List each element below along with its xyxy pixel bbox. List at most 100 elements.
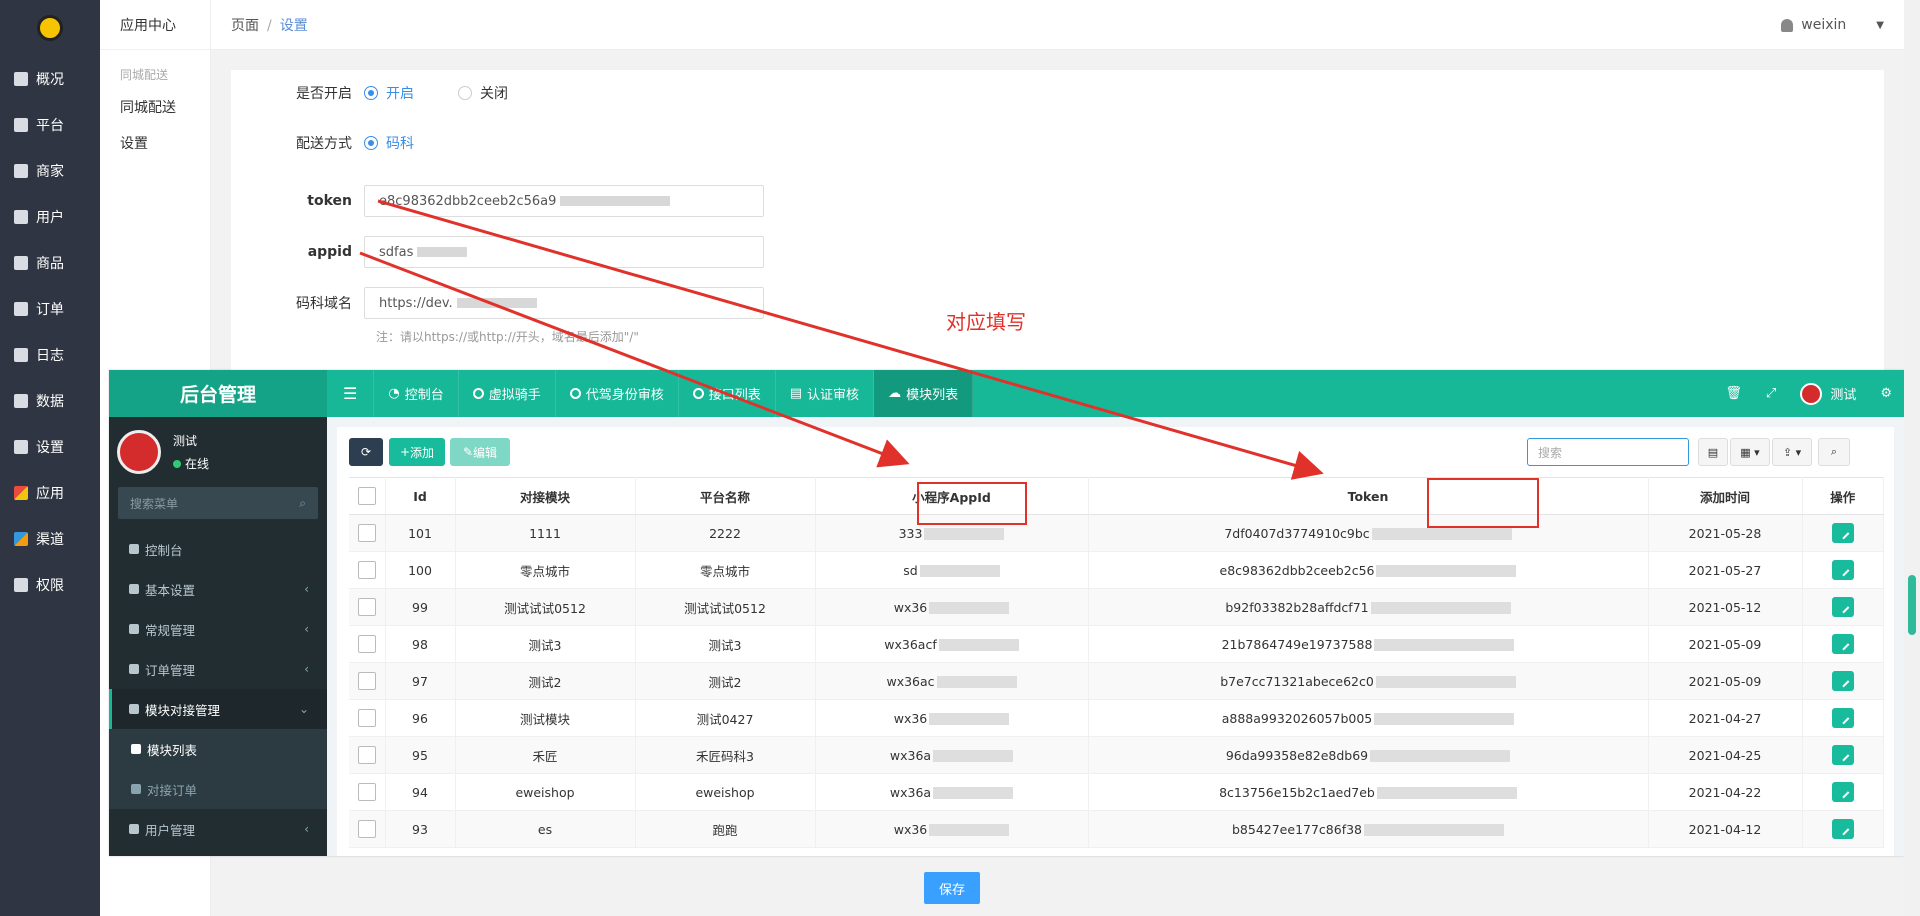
col-date[interactable]: 添加时间	[1648, 477, 1803, 515]
edit-button[interactable]: ✎ 编辑	[450, 438, 510, 466]
subnav-item-delivery[interactable]: 同城配送	[100, 89, 210, 125]
row-checkbox[interactable]	[357, 635, 376, 653]
row-edit-button[interactable]	[1831, 708, 1854, 728]
row-edit-button[interactable]	[1831, 560, 1854, 580]
leftnav-item[interactable]: 概况	[0, 56, 100, 102]
export-button[interactable]: ⇪ ▾	[1772, 438, 1812, 466]
sidebar-item-integration-orders[interactable]: 对接订单	[109, 769, 327, 809]
leftnav-item[interactable]: 应用	[0, 470, 100, 516]
cell-appid-text: wx36	[893, 599, 928, 615]
leftnav-item[interactable]: 设置	[0, 424, 100, 470]
table-row[interactable]: 96 测试模块 测试0427 wx36 a888a9932026057b005 2021-…	[349, 699, 1884, 737]
table-row[interactable]: 99 测试试试0512 测试试试0512 wx36 b92f03382b28affdcf…	[349, 588, 1884, 626]
select-all-checkbox[interactable]	[357, 487, 376, 505]
gear-icon	[14, 440, 28, 454]
page-scrollbar[interactable]	[1904, 0, 1920, 916]
sidebar-item-module-list[interactable]: 模块列表	[109, 729, 327, 769]
admin-user-menu[interactable]: 测试	[1800, 382, 1856, 405]
col-appid[interactable]: 小程序AppId	[815, 477, 1089, 515]
settings-gear-icon[interactable]: ⚙	[1880, 386, 1892, 401]
leftnav-item[interactable]: 商家	[0, 148, 100, 194]
cell-date: 2021-04-12	[1648, 810, 1803, 848]
add-button[interactable]: + 添加	[389, 438, 445, 466]
row-checkbox[interactable]	[357, 746, 376, 764]
enable-row: 是否开启 开启 关闭	[231, 81, 552, 105]
method-radio[interactable]: 码科	[364, 133, 414, 153]
domain-label: 码科域名	[296, 296, 352, 312]
tab-dashboard[interactable]: ◔ 控制台	[374, 370, 459, 417]
token-label: token	[307, 193, 352, 209]
leftnav-item-label: 概况	[36, 72, 64, 88]
admin-brand[interactable]: 后台管理	[109, 370, 327, 417]
table-row[interactable]: 101 1111 2222 333 7df0407d3774910c9bc 2021-05…	[349, 514, 1884, 552]
tab-auth-review[interactable]: ▤ 认证审核	[776, 370, 875, 417]
sidebar-item-dashboard[interactable]: 控制台	[109, 529, 327, 569]
tab-interface-list[interactable]: 接口列表	[679, 370, 776, 417]
col-id[interactable]: Id	[385, 477, 456, 515]
columns-button[interactable]: ▦ ▾	[1730, 438, 1770, 466]
table-row[interactable]: 97 测试2 测试2 wx36ac b7e7cc71321abece62c0 2021-0…	[349, 662, 1884, 700]
subnav-group-label: 同城配送	[120, 68, 169, 82]
row-checkbox[interactable]	[357, 524, 376, 542]
token-input[interactable]: e8c98362dbb2ceeb2c56a9	[364, 185, 764, 217]
col-module[interactable]: 对接模块	[455, 477, 636, 515]
row-edit-button[interactable]	[1831, 745, 1854, 765]
row-edit-button[interactable]	[1831, 634, 1854, 654]
table-row[interactable]: 100 零点城市 零点城市 sd e8c98362dbb2ceeb2c56 2021-05…	[349, 551, 1884, 589]
save-button[interactable]: 保存	[924, 872, 980, 904]
user-menu[interactable]: weixin ▼	[1781, 0, 1884, 50]
leftnav-item[interactable]: 权限	[0, 562, 100, 608]
row-edit-button[interactable]	[1831, 819, 1854, 839]
row-checkbox[interactable]	[357, 783, 376, 801]
trash-icon[interactable]: 🗑	[1725, 386, 1742, 401]
table-row[interactable]: 93 es 跑跑 wx36 b85427ee177c86f38 2021-04-12	[349, 810, 1884, 848]
sidebar-item-users[interactable]: 用户管理 ‹	[109, 809, 327, 849]
row-checkbox[interactable]	[357, 820, 376, 838]
leftnav-item[interactable]: 数据	[0, 378, 100, 424]
col-platform[interactable]: 平台名称	[635, 477, 816, 515]
breadcrumb-root[interactable]: 页面	[231, 18, 259, 34]
row-edit-button[interactable]	[1831, 523, 1854, 543]
leftnav-item[interactable]: 平台	[0, 102, 100, 148]
row-checkbox[interactable]	[357, 709, 376, 727]
search-button[interactable]: ⌕	[1818, 438, 1850, 466]
enable-off-radio[interactable]: 关闭	[458, 83, 508, 103]
toggle-view-button[interactable]: ▤	[1698, 438, 1728, 466]
enable-on-radio[interactable]: 开启	[364, 83, 414, 103]
row-checkbox[interactable]	[357, 561, 376, 579]
domain-input[interactable]: https://dev.	[364, 287, 764, 319]
row-edit-button[interactable]	[1831, 782, 1854, 802]
leftnav-item[interactable]: 日志	[0, 332, 100, 378]
leftnav-item[interactable]: 订单	[0, 286, 100, 332]
subnav-item-settings[interactable]: 设置	[100, 125, 210, 161]
table-search-input[interactable]: 搜索	[1527, 438, 1689, 466]
leftnav-item[interactable]: 商品	[0, 240, 100, 286]
table-row[interactable]: 98 测试3 测试3 wx36acf 21b7864749e19737588 2021-0…	[349, 625, 1884, 663]
row-checkbox[interactable]	[357, 672, 376, 690]
method-label: 配送方式	[296, 136, 352, 152]
tab-module-list[interactable]: ☁ 模块列表	[874, 370, 974, 417]
row-edit-button[interactable]	[1831, 671, 1854, 691]
sidebar-item-module-integration[interactable]: 模块对接管理 ⌄	[109, 689, 327, 729]
table-row[interactable]: 95 禾匠 禾匠码科3 wx36a 96da99358e82e8db69 2021-04-…	[349, 736, 1884, 774]
tab-virtual-rider[interactable]: 虚拟骑手	[459, 370, 556, 417]
row-edit-button[interactable]	[1831, 597, 1854, 617]
sidebar-item-general[interactable]: 常规管理 ‹	[109, 609, 327, 649]
table-row[interactable]: 94 eweishop eweishop wx36a 8c13756e15b2c1aed…	[349, 773, 1884, 811]
menu-toggle-icon[interactable]: ☰	[327, 370, 375, 417]
tab-driver-review[interactable]: 代驾身份审核	[556, 370, 679, 417]
menu-search-input[interactable]: 搜索菜单 ⌕	[118, 487, 318, 519]
appid-input[interactable]: sdfas	[364, 236, 764, 268]
app-logo[interactable]	[0, 0, 100, 56]
fullscreen-icon[interactable]: ⤢	[1766, 386, 1776, 401]
leftnav-item[interactable]: 渠道	[0, 516, 100, 562]
refresh-button[interactable]: ⟳	[349, 438, 383, 466]
dashboard-icon	[14, 72, 28, 86]
dashboard-icon	[129, 544, 139, 554]
leftnav-item[interactable]: 用户	[0, 194, 100, 240]
scrollbar-thumb[interactable]	[1908, 575, 1916, 635]
row-checkbox[interactable]	[357, 598, 376, 616]
sidebar-item-orders[interactable]: 订单管理 ‹	[109, 649, 327, 689]
col-token[interactable]: Token	[1088, 477, 1649, 515]
sidebar-item-basic-settings[interactable]: 基本设置 ‹	[109, 569, 327, 609]
